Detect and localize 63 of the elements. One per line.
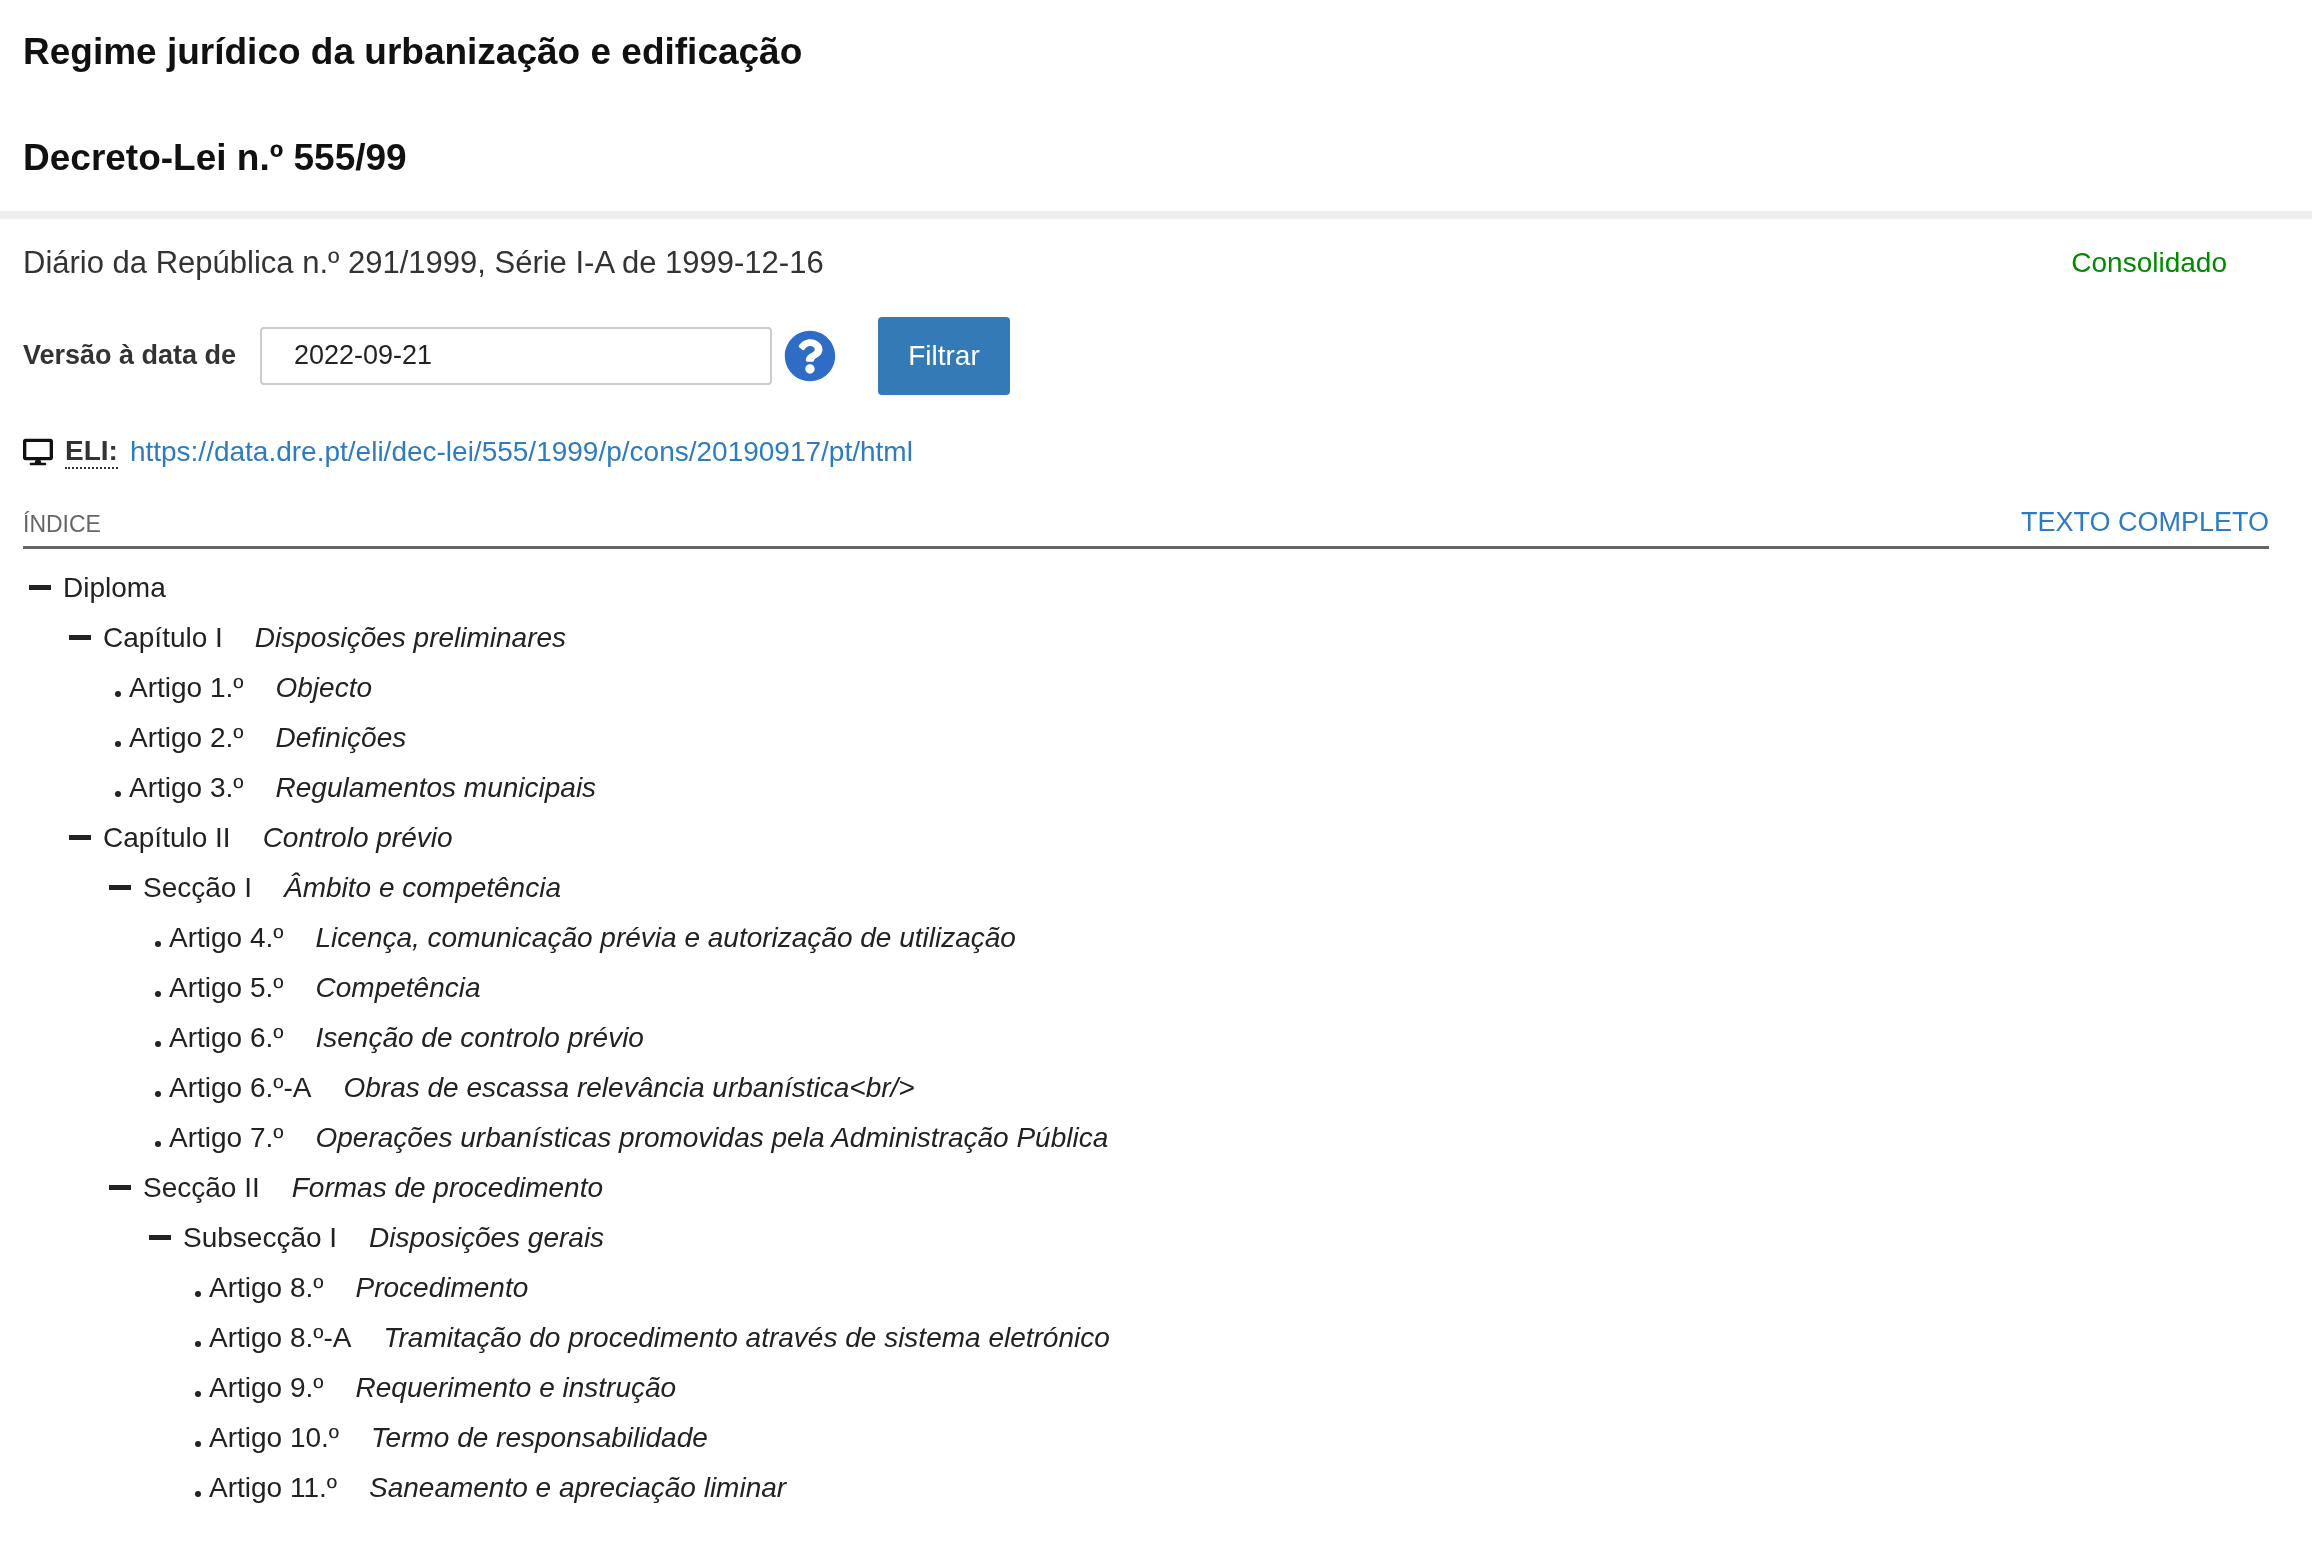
item-label[interactable]: Artigo 5.º bbox=[169, 971, 284, 1004]
status-label: Consolidado bbox=[2071, 246, 2227, 279]
date-field[interactable]: 2022-09-21 bbox=[260, 326, 772, 385]
item-label[interactable]: Capítulo II bbox=[103, 821, 231, 854]
item-title[interactable]: Tramitação do procedimento através de sistema eletrónico bbox=[383, 1321, 1110, 1354]
bullet-icon bbox=[155, 1140, 161, 1147]
item-label[interactable]: Artigo 11.º bbox=[209, 1471, 337, 1504]
bullet-icon bbox=[115, 740, 121, 747]
item-title[interactable]: Isenção de controlo prévio bbox=[315, 1021, 644, 1054]
bullet-icon bbox=[195, 1440, 201, 1447]
bullet-icon bbox=[155, 940, 161, 947]
item-label[interactable]: Artigo 9.º bbox=[209, 1371, 324, 1404]
item-title[interactable]: Saneamento e apreciação liminar bbox=[369, 1471, 787, 1504]
bullet-icon bbox=[115, 690, 121, 697]
bullet-icon bbox=[195, 1290, 201, 1297]
item-title[interactable]: Obras de escassa relevância urbanística<br/> bbox=[343, 1071, 915, 1104]
item-title[interactable]: Definições bbox=[275, 721, 407, 754]
item-label[interactable]: Artigo 8.º-A bbox=[209, 1321, 352, 1354]
filter-button[interactable]: Filtrar bbox=[878, 316, 1010, 395]
bullet-icon bbox=[195, 1390, 201, 1397]
item-title[interactable]: Disposições gerais bbox=[369, 1221, 605, 1254]
eli-label: ELI: bbox=[65, 434, 118, 469]
item-title[interactable]: Requerimento e instrução bbox=[355, 1371, 677, 1404]
decree-title: Decreto-Lei n.º 555/99 bbox=[23, 136, 408, 181]
item-label[interactable]: Artigo 1.º bbox=[129, 671, 244, 704]
item-label[interactable]: Secção I bbox=[143, 871, 252, 904]
monitor-icon bbox=[23, 437, 53, 466]
item-title[interactable]: Procedimento bbox=[355, 1271, 529, 1304]
eli-link[interactable]: https://data.dre.pt/eli/dec-lei/555/1999/p/cons/20190917/pt/html bbox=[129, 435, 913, 468]
item-label[interactable]: Artigo 8.º bbox=[209, 1271, 324, 1304]
item-title[interactable]: Termo de responsabilidade bbox=[371, 1421, 708, 1454]
item-label[interactable]: Artigo 7.º bbox=[169, 1121, 284, 1154]
item-title[interactable]: Controlo prévio bbox=[262, 821, 453, 854]
item-title[interactable]: Formas de procedimento bbox=[291, 1171, 603, 1204]
item-title[interactable]: Disposições preliminares bbox=[254, 621, 567, 654]
page-title: Regime jurídico da urbanização e edificação bbox=[23, 30, 804, 74]
item-label[interactable]: Artigo 10.º bbox=[209, 1421, 340, 1454]
bullet-icon bbox=[195, 1490, 201, 1497]
item-label[interactable]: Artigo 3.º bbox=[129, 771, 244, 804]
item-title[interactable]: Licença, comunicação prévia e autorização de utilização bbox=[315, 921, 1016, 954]
item-label[interactable]: Artigo 6.º bbox=[169, 1021, 284, 1054]
item-label[interactable]: Artigo 4.º bbox=[169, 921, 284, 954]
bullet-icon bbox=[155, 990, 161, 997]
item-title[interactable]: Operações urbanísticas promovidas pela Administração Pública bbox=[315, 1121, 1109, 1154]
item-title[interactable]: Regulamentos municipais bbox=[275, 771, 597, 804]
item-label[interactable]: Artigo 2.º bbox=[129, 721, 244, 754]
item-title[interactable]: Competência bbox=[315, 971, 481, 1004]
full-text-link[interactable]: TEXTO COMPLETO bbox=[2020, 506, 2269, 538]
item-title[interactable]: Âmbito e competência bbox=[283, 871, 561, 904]
bullet-icon bbox=[195, 1340, 201, 1347]
item-label[interactable]: Subsecção I bbox=[183, 1221, 338, 1254]
bullet-icon bbox=[115, 790, 121, 797]
item-label[interactable]: Capítulo I bbox=[103, 621, 223, 654]
item-title[interactable]: Objecto bbox=[275, 671, 372, 704]
bullet-icon bbox=[155, 1040, 161, 1047]
publication-info: Diário da República n.º 291/1999, Série I-A de 1999-12-16 bbox=[23, 244, 824, 281]
bullet-icon bbox=[155, 1090, 161, 1097]
item-label[interactable]: Artigo 6.º-A bbox=[169, 1071, 312, 1104]
index-heading: ÍNDICE bbox=[23, 510, 101, 538]
item-label[interactable]: Secção II bbox=[143, 1171, 260, 1204]
field-label: Versão à data de bbox=[23, 340, 238, 372]
help-icon[interactable] bbox=[784, 329, 836, 382]
item-label[interactable]: Diploma bbox=[63, 571, 166, 604]
